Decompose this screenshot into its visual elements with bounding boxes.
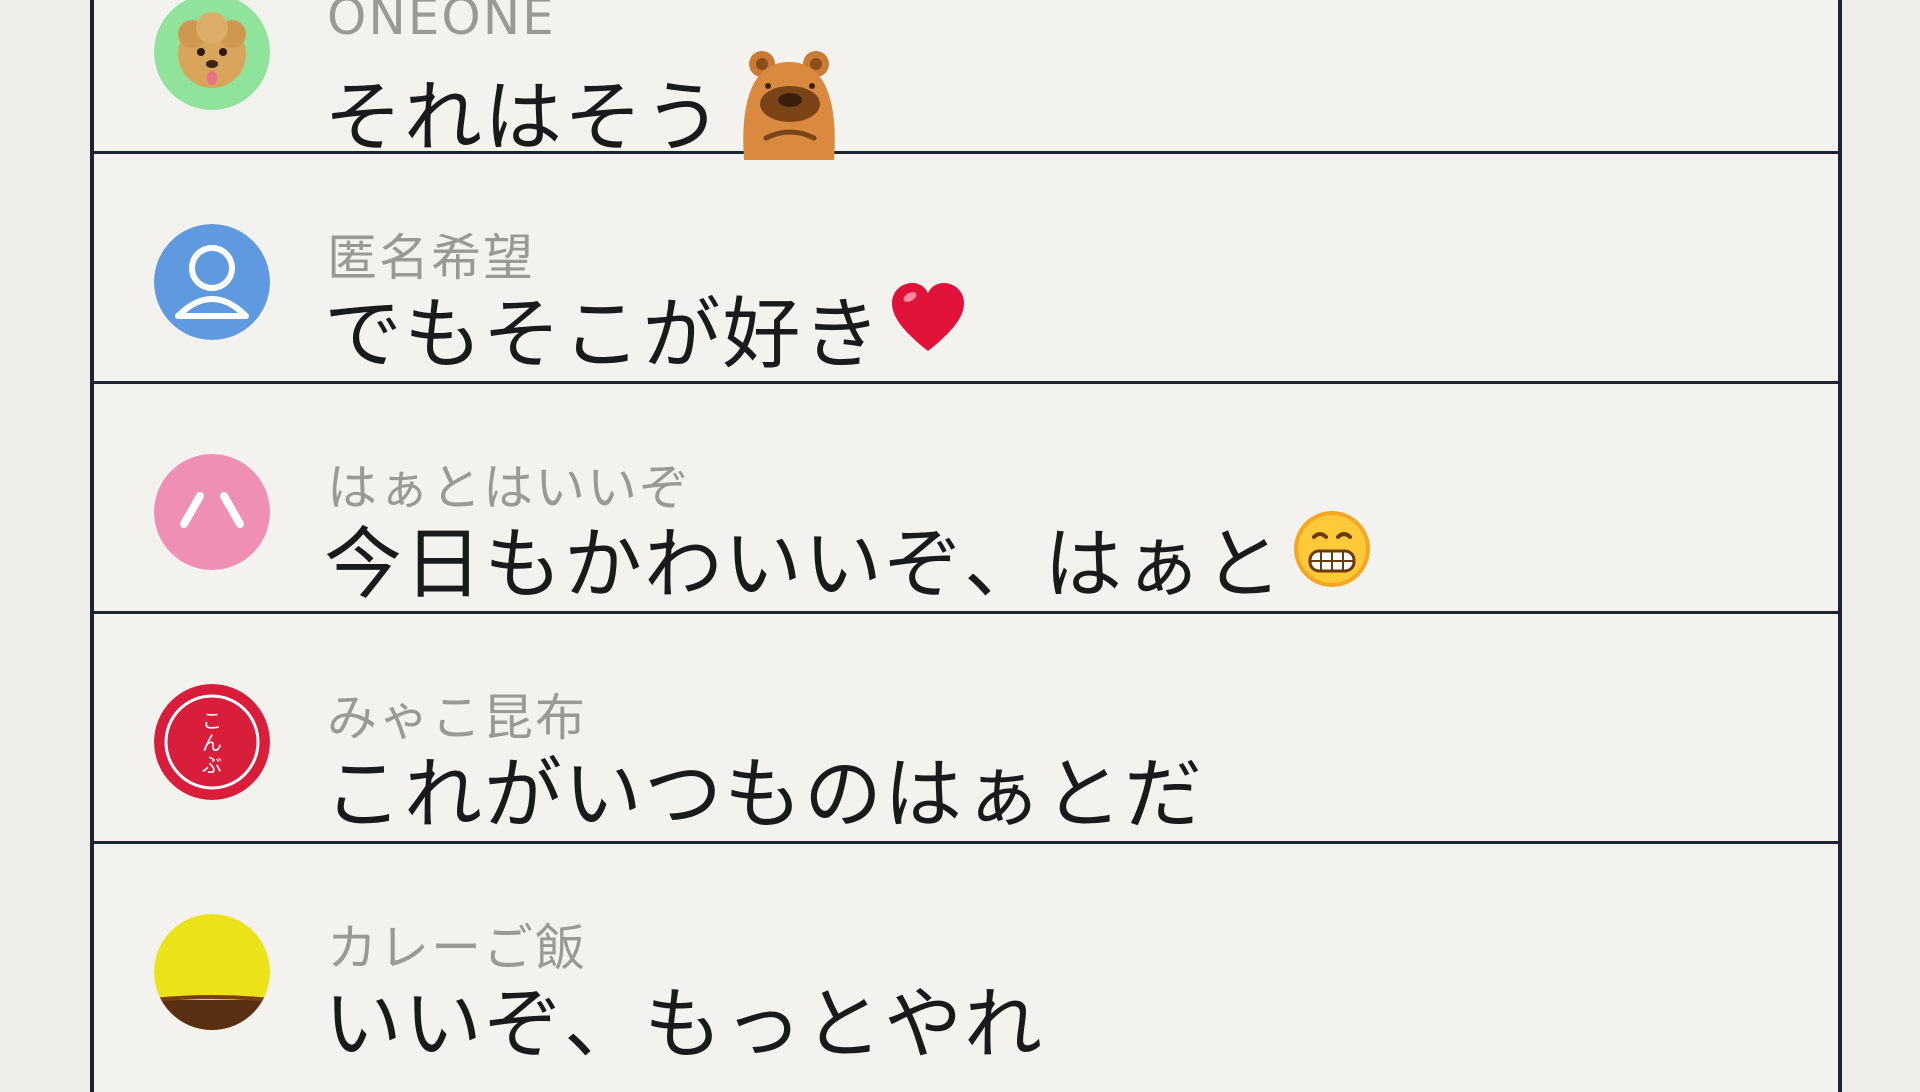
- comment-row: こ ん ぶ みゃこ昆布 これがいつものはぁとだ: [94, 614, 1838, 844]
- avatar-seal-text: こ: [202, 709, 222, 733]
- pink-face-avatar-icon[interactable]: [154, 454, 270, 570]
- message-text: でもそこが好き: [324, 272, 966, 384]
- message-body: これがいつものはぁとだ: [324, 750, 1205, 840]
- message-body: 今日もかわいいぞ、はぁと: [324, 520, 1285, 610]
- comment-feed: ONEONE それはそう 匿名希望 でもそこが好き はぁとはいいぞ 今日もかわい…: [90, 0, 1842, 1092]
- message-body: それはそう: [324, 72, 725, 163]
- default-person-avatar-icon[interactable]: [154, 224, 270, 340]
- heart-icon: [890, 281, 966, 376]
- comment-row: ONEONE それはそう: [94, 0, 1838, 163]
- comment-row: はぁとはいいぞ 今日もかわいいぞ、はぁと: [94, 384, 1838, 614]
- message-text: 今日もかわいいぞ、はぁと: [324, 502, 1372, 614]
- message-text: いいぞ、もっとやれ: [324, 962, 1044, 1074]
- kombu-seal-avatar-icon[interactable]: こ ん ぶ: [154, 684, 270, 800]
- dog-avatar-icon[interactable]: [154, 0, 270, 110]
- curry-avatar-icon[interactable]: [154, 914, 270, 1030]
- svg-text:ぶ: ぶ: [202, 753, 222, 777]
- grinning-face-icon: [1292, 509, 1372, 608]
- username[interactable]: ONEONE: [327, 0, 556, 46]
- comment-row: 匿名希望 でもそこが好き: [94, 154, 1838, 384]
- message-body: でもそこが好き: [324, 290, 883, 380]
- svg-text:ん: ん: [202, 731, 222, 755]
- message-body: いいぞ、もっとやれ: [324, 980, 1045, 1070]
- comment-row: カレーご飯 いいぞ、もっとやれ: [94, 844, 1838, 1074]
- message-text: これがいつものはぁとだ: [324, 732, 1204, 844]
